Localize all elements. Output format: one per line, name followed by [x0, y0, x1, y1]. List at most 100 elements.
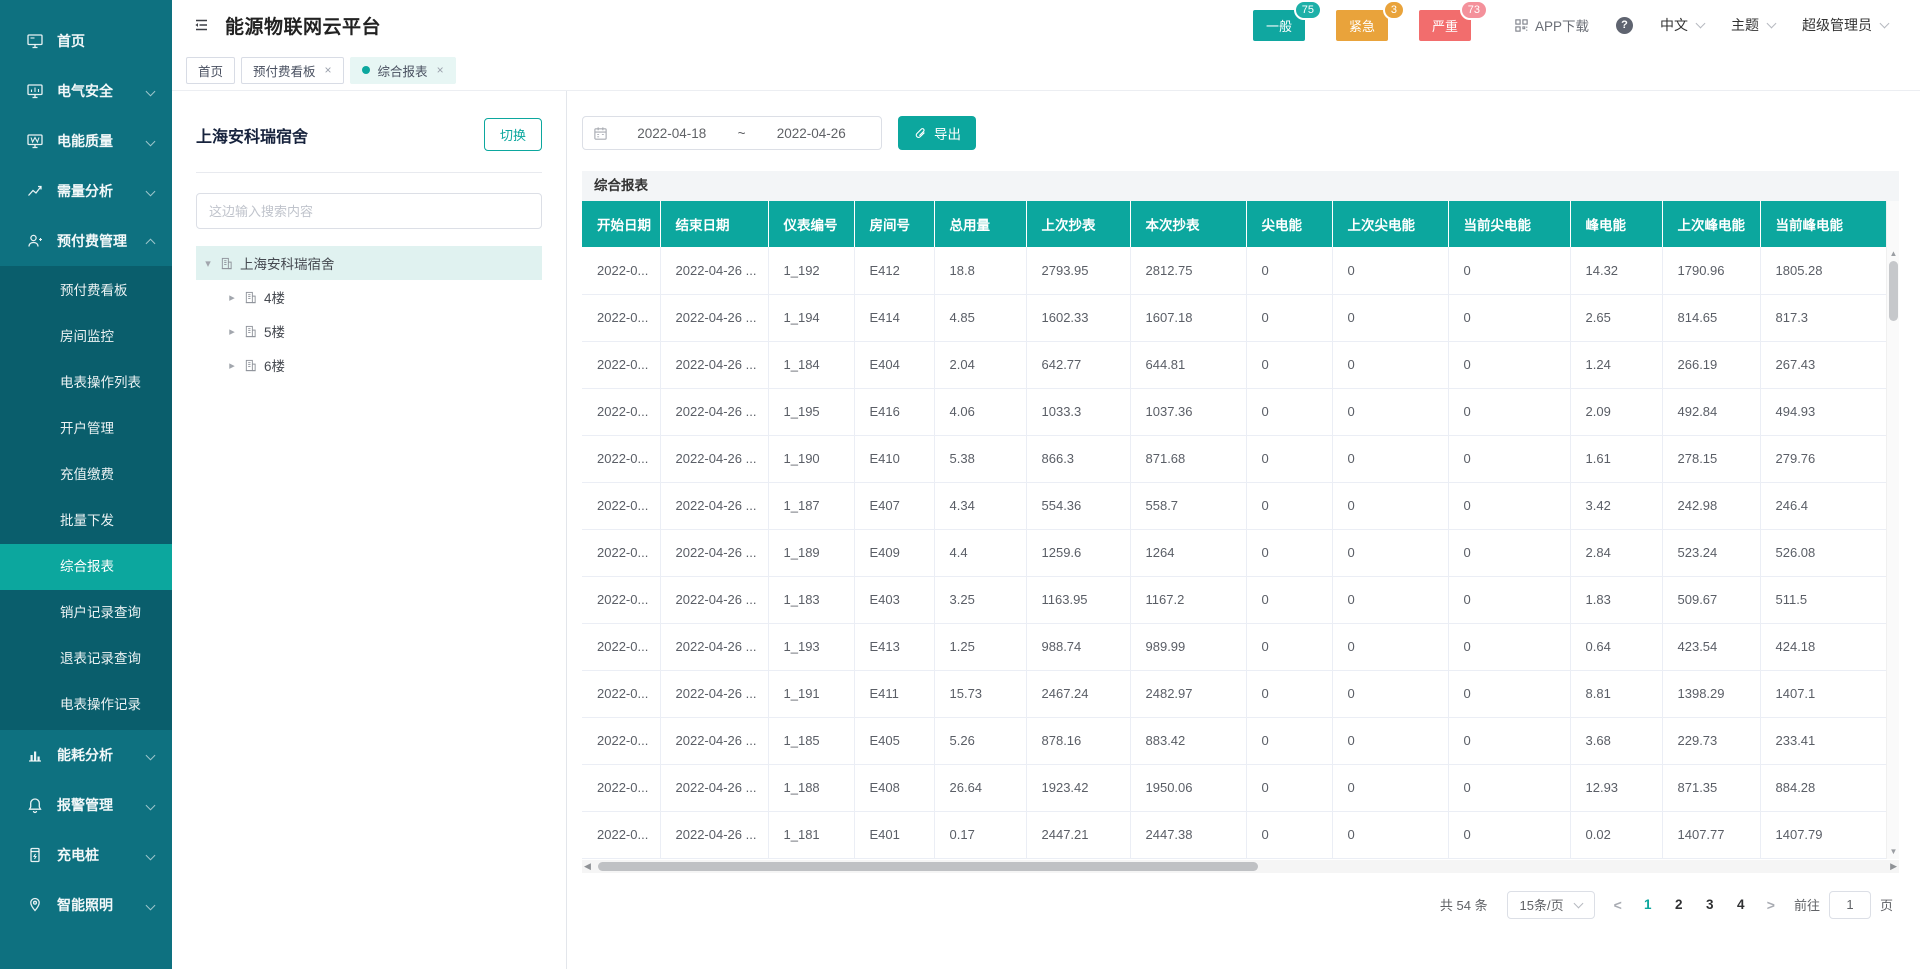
table-cell: 2022-0... — [582, 764, 660, 811]
tab-comprehensive-report[interactable]: 综合报表× — [350, 57, 456, 84]
sidebar-subitem-account-management[interactable]: 开户管理 — [0, 406, 172, 452]
table-cell: E413 — [854, 623, 934, 670]
sidebar-subitem-batch-dispatch[interactable]: 批量下发 — [0, 498, 172, 544]
sidebar-subitem-meter-operation-records[interactable]: 电表操作记录 — [0, 682, 172, 728]
column-header: 上次抄表 — [1026, 201, 1130, 247]
alarm-badge-urgent[interactable]: 紧急3 — [1336, 10, 1388, 41]
next-page-button[interactable]: > — [1767, 897, 1775, 913]
table-cell: E405 — [854, 717, 934, 764]
scroll-up-icon[interactable]: ▲ — [1887, 249, 1900, 259]
sidebar-subitem-meter-return-records[interactable]: 退表记录查询 — [0, 636, 172, 682]
sidebar-item-power-quality[interactable]: 电能质量 — [0, 116, 172, 166]
page-2[interactable]: 2 — [1672, 897, 1686, 912]
scroll-down-icon[interactable]: ▼ — [1887, 847, 1900, 857]
table-row: 2022-0...2022-04-26 ...1_184E4042.04642.… — [582, 341, 1886, 388]
table-cell: 2022-04-26 ... — [660, 482, 768, 529]
vertical-scrollbar-thumb[interactable] — [1889, 261, 1898, 321]
app-download-link[interactable]: APP下载 — [1514, 15, 1589, 35]
sidebar-subitem-prepaid-dashboard[interactable]: 预付费看板 — [0, 268, 172, 314]
tab-home[interactable]: 首页 — [186, 57, 235, 84]
expand-arrow-icon[interactable]: ▾ — [203, 257, 213, 270]
date-range-picker[interactable]: 2022-04-18 ~ 2022-04-26 — [582, 116, 882, 150]
table-cell: E412 — [854, 247, 934, 294]
sidebar-item-demand-analysis[interactable]: 需量分析 — [0, 166, 172, 216]
table-row: 2022-0...2022-04-26 ...1_185E4055.26878.… — [582, 717, 1886, 764]
export-button[interactable]: 导出 — [898, 116, 976, 150]
end-date-input[interactable]: 2022-04-26 — [751, 126, 871, 141]
app-download-label: APP下载 — [1535, 15, 1589, 35]
tree-node[interactable]: ▸4楼 — [196, 280, 542, 314]
page-4[interactable]: 4 — [1734, 897, 1748, 912]
page-3[interactable]: 3 — [1703, 897, 1717, 912]
theme-select[interactable]: 主题 — [1731, 15, 1775, 35]
horizontal-scrollbar-thumb[interactable] — [598, 862, 1258, 871]
tree-node[interactable]: ▾上海安科瑞宿舍 — [196, 246, 542, 280]
table-cell: 644.81 — [1130, 341, 1246, 388]
table-cell: 26.64 — [934, 764, 1026, 811]
sidebar-item-energy-analysis[interactable]: 能耗分析 — [0, 730, 172, 780]
close-tab-icon[interactable]: × — [437, 63, 444, 77]
tree-search-input[interactable] — [196, 193, 542, 229]
scroll-left-icon[interactable]: ◀ — [584, 860, 591, 873]
table-row: 2022-0...2022-04-26 ...1_189E4094.41259.… — [582, 529, 1886, 576]
table-cell: 0 — [1332, 576, 1448, 623]
alarm-badge-severe[interactable]: 严重73 — [1419, 10, 1471, 41]
chevron-down-icon — [1696, 19, 1706, 29]
user-menu[interactable]: 超级管理员 — [1802, 15, 1888, 35]
table-cell: 878.16 — [1026, 717, 1130, 764]
table-cell: 2022-04-26 ... — [660, 764, 768, 811]
page-1[interactable]: 1 — [1641, 897, 1655, 912]
building-icon — [244, 325, 257, 338]
language-select[interactable]: 中文 — [1660, 15, 1704, 35]
table-cell: 2812.75 — [1130, 247, 1246, 294]
sidebar-item-prepaid-management[interactable]: 预付费管理 — [0, 216, 172, 266]
table-cell: 1.25 — [934, 623, 1026, 670]
sidebar-item-home[interactable]: 首页 — [0, 16, 172, 66]
sidebar-subitem-meter-operation-list[interactable]: 电表操作列表 — [0, 360, 172, 406]
prev-page-button[interactable]: < — [1614, 897, 1622, 913]
tree-node[interactable]: ▸5楼 — [196, 314, 542, 348]
charging-icon — [26, 846, 44, 864]
table-cell: 1_183 — [768, 576, 854, 623]
table-cell: 1.24 — [1570, 341, 1662, 388]
table-cell: 0 — [1448, 670, 1570, 717]
user-icon — [26, 232, 44, 250]
start-date-input[interactable]: 2022-04-18 — [612, 126, 732, 141]
monitor-chart-icon — [26, 82, 44, 100]
collapse-arrow-icon[interactable]: ▸ — [227, 291, 237, 304]
alarm-badge-general[interactable]: 一般75 — [1253, 10, 1305, 41]
sidebar-item-charging-pile[interactable]: 充电桩 — [0, 830, 172, 880]
help-icon[interactable]: ? — [1616, 17, 1633, 34]
horizontal-scrollbar[interactable]: ◀ ▶ — [582, 860, 1899, 873]
switch-building-button[interactable]: 切换 — [484, 118, 542, 151]
table-cell: 2022-0... — [582, 294, 660, 341]
page-size-select[interactable]: 15条/页 — [1507, 891, 1595, 919]
table-cell: E414 — [854, 294, 934, 341]
tab-prepaid-dashboard[interactable]: 预付费看板× — [241, 57, 344, 84]
vertical-scrollbar[interactable]: ▲ ▼ — [1886, 201, 1899, 859]
sidebar-item-alarm-management[interactable]: 报警管理 — [0, 780, 172, 830]
chevron-down-icon — [146, 186, 156, 196]
goto-page-input[interactable] — [1829, 891, 1871, 919]
tree-node[interactable]: ▸6楼 — [196, 348, 542, 382]
close-tab-icon[interactable]: × — [325, 63, 332, 77]
sidebar-item-smart-lighting[interactable]: 智能照明 — [0, 880, 172, 930]
topbar: 能源物联网云平台 一般75紧急3严重73 APP下载 ? 中文 主题 超级管理员 — [172, 0, 1920, 50]
sidebar-subitem-recharge-payment[interactable]: 充值缴费 — [0, 452, 172, 498]
bar-chart-icon — [26, 746, 44, 764]
sidebar-item-electric-safety[interactable]: 电气安全 — [0, 66, 172, 116]
scroll-right-icon[interactable]: ▶ — [1890, 860, 1897, 873]
sidebar-item-label: 电气安全 — [57, 81, 134, 101]
table-cell: 2.84 — [1570, 529, 1662, 576]
collapse-arrow-icon[interactable]: ▸ — [227, 359, 237, 372]
table-cell: 242.98 — [1662, 482, 1760, 529]
language-label: 中文 — [1660, 15, 1688, 35]
table-cell: 0.17 — [934, 811, 1026, 858]
sidebar-subitem-comprehensive-report[interactable]: 综合报表 — [0, 544, 172, 590]
chevron-down-icon — [1767, 19, 1777, 29]
menu-collapse-icon[interactable] — [192, 16, 210, 34]
collapse-arrow-icon[interactable]: ▸ — [227, 325, 237, 338]
sidebar-subitem-account-cancel-records[interactable]: 销户记录查询 — [0, 590, 172, 636]
table-cell: 233.41 — [1760, 717, 1886, 764]
sidebar-subitem-room-monitor[interactable]: 房间监控 — [0, 314, 172, 360]
